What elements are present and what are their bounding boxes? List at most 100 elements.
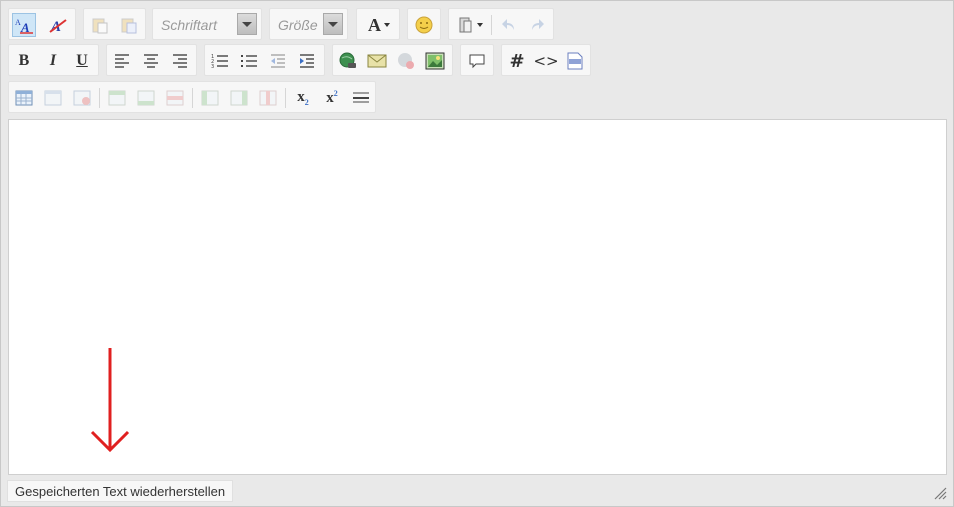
php-icon — [567, 52, 583, 70]
bold-icon: B — [18, 52, 30, 69]
bulleted-list-button[interactable] — [237, 49, 261, 73]
align-center-icon — [144, 54, 158, 68]
email-icon — [367, 54, 387, 68]
source-code-icon: <> — [533, 52, 559, 70]
insert-row-before-button[interactable] — [105, 86, 129, 110]
toolbar-group-comment — [460, 44, 494, 76]
hash-icon: # — [509, 50, 525, 72]
editor-content-area[interactable] — [8, 119, 947, 475]
bold-button[interactable]: B — [12, 49, 36, 73]
svg-text:A: A — [20, 20, 30, 34]
align-left-button[interactable] — [110, 49, 134, 73]
link-icon — [339, 52, 356, 68]
delete-column-icon — [259, 90, 277, 106]
paste-icon — [92, 18, 108, 34]
font-size-placeholder: Größe — [278, 17, 318, 33]
insert-column-before-icon — [201, 90, 219, 106]
insert-column-before-button[interactable] — [198, 86, 222, 110]
table-button[interactable] — [12, 86, 36, 110]
clipboard-icon — [459, 17, 472, 33]
paste-word-button[interactable] — [117, 13, 141, 37]
chevron-down-icon[interactable] — [237, 13, 257, 35]
remove-format-button[interactable]: A — [46, 13, 70, 37]
chevron-down-icon — [384, 23, 390, 27]
toolbar-group-basicstyles: B I U — [8, 44, 99, 76]
anchor-button[interactable]: # — [505, 49, 529, 73]
font-size-select[interactable]: Größe — [269, 8, 348, 40]
image-button[interactable] — [423, 49, 447, 73]
restore-saved-text-button[interactable]: Gespeicherten Text wiederherstellen — [7, 480, 234, 502]
toolbar-group-code: # <> — [501, 44, 591, 76]
horizontal-rule-icon — [353, 92, 369, 103]
resize-handle-icon[interactable] — [933, 486, 947, 500]
paste-word-icon — [121, 18, 137, 34]
underline-button[interactable]: U — [70, 49, 94, 73]
superscript-button[interactable]: x2 — [320, 86, 344, 110]
italic-button[interactable]: I — [41, 49, 65, 73]
paste-button[interactable] — [88, 13, 112, 37]
bulleted-list-icon — [241, 55, 257, 67]
comment-icon — [469, 54, 485, 69]
italic-icon: I — [49, 52, 57, 69]
spellcheck-icon: AA — [15, 18, 33, 34]
align-right-button[interactable] — [168, 49, 192, 73]
email-button[interactable] — [365, 49, 389, 73]
outdent-button[interactable] — [266, 49, 290, 73]
redo-button[interactable] — [525, 13, 549, 37]
subscript-icon: x2 — [297, 89, 309, 107]
outdent-icon — [271, 54, 285, 68]
subscript-button[interactable]: x2 — [291, 86, 315, 110]
indent-button[interactable] — [295, 49, 319, 73]
toolbar-group-table: x2 x2 — [8, 81, 376, 113]
undo-icon — [502, 19, 514, 30]
php-button[interactable] — [563, 49, 587, 73]
numbered-list-button[interactable]: 123 — [208, 49, 232, 73]
remove-format-icon: A — [49, 19, 67, 34]
align-right-icon — [173, 54, 187, 68]
table-properties-button[interactable] — [41, 86, 65, 110]
delete-table-button[interactable] — [70, 86, 94, 110]
smiley-icon — [415, 16, 433, 34]
toolbar-separator — [285, 88, 286, 108]
rich-text-editor: AA A Schriftart Größe A — [0, 0, 954, 507]
clipboard-button[interactable] — [453, 13, 487, 37]
insert-row-after-button[interactable] — [134, 86, 158, 110]
font-family-placeholder: Schriftart — [161, 17, 218, 33]
down-arrow-annotation — [90, 348, 130, 453]
chevron-down-icon[interactable] — [323, 13, 343, 35]
chevron-down-icon — [477, 23, 483, 27]
toolbar-group-paste — [83, 8, 146, 40]
insert-column-after-icon — [230, 90, 248, 106]
unlink-button[interactable] — [394, 49, 418, 73]
link-button[interactable] — [336, 49, 360, 73]
superscript-icon: x2 — [326, 89, 338, 106]
redo-icon — [532, 19, 544, 30]
table-icon — [15, 90, 33, 106]
source-button[interactable]: <> — [533, 49, 559, 73]
align-center-button[interactable] — [139, 49, 163, 73]
indent-icon — [300, 54, 314, 68]
toolbar-group-links — [332, 44, 453, 76]
insert-row-after-icon — [137, 90, 155, 106]
font-family-select[interactable]: Schriftart — [152, 8, 262, 40]
svg-text:3: 3 — [211, 64, 214, 69]
image-icon — [425, 52, 445, 70]
delete-column-button[interactable] — [256, 86, 280, 110]
insert-row-before-icon — [108, 90, 126, 106]
toolbar-separator — [192, 88, 193, 108]
toolbar-separator — [491, 15, 492, 35]
font-color-button[interactable]: A — [363, 13, 395, 37]
undo-button[interactable] — [497, 13, 521, 37]
numbered-list-icon: 123 — [211, 54, 228, 69]
spellcheck-button[interactable]: AA — [12, 13, 36, 37]
comment-button[interactable] — [465, 49, 489, 73]
insert-column-after-button[interactable] — [227, 86, 251, 110]
smiley-button[interactable] — [412, 13, 436, 37]
delete-table-icon — [73, 90, 91, 106]
toolbar-group-history — [448, 8, 554, 40]
table-properties-icon — [44, 90, 62, 106]
delete-row-button[interactable] — [163, 86, 187, 110]
toolbar-group-lists: 123 — [204, 44, 325, 76]
delete-row-icon — [166, 90, 184, 106]
horizontal-rule-button[interactable] — [349, 86, 373, 110]
